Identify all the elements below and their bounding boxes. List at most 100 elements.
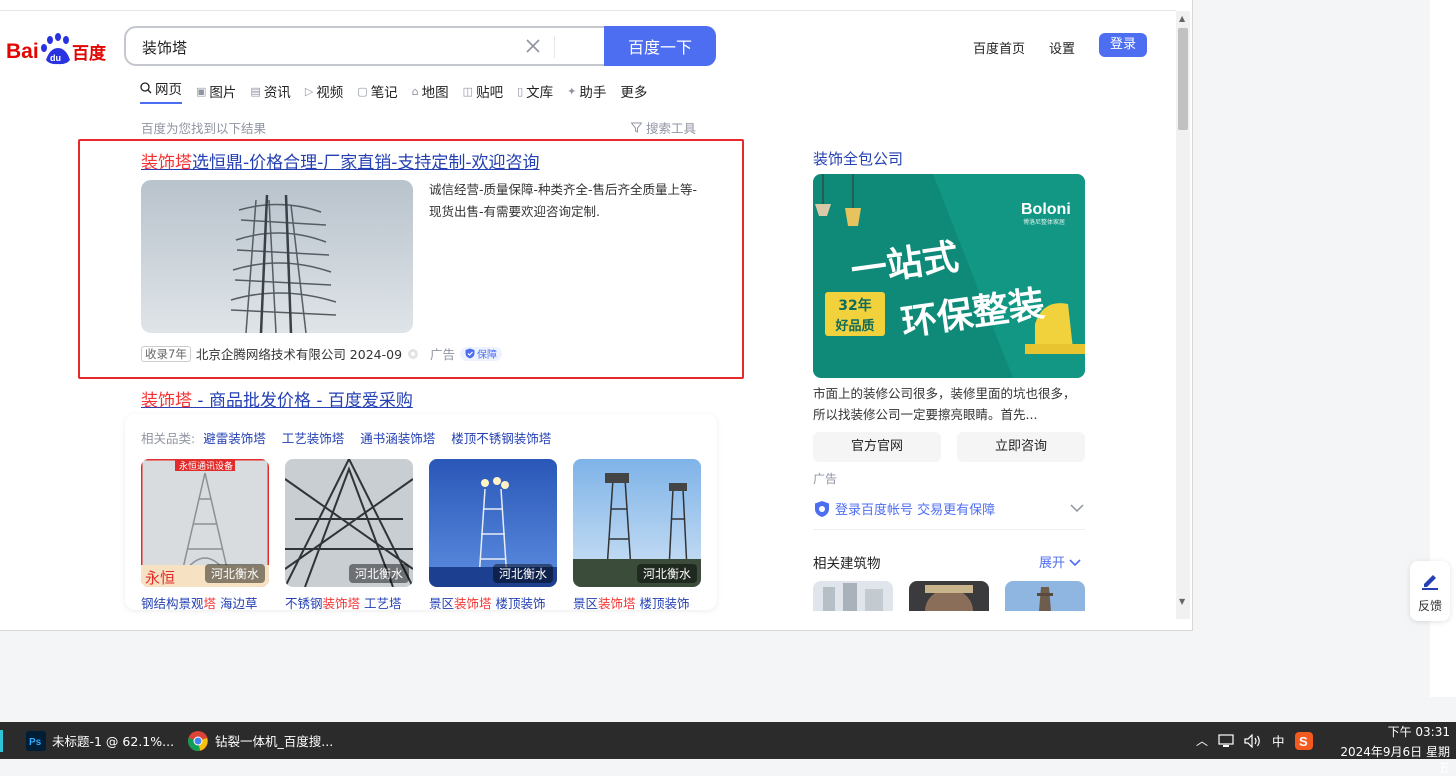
product-banner: 永恒通讯设备 [179, 462, 234, 472]
search-input[interactable] [140, 28, 524, 66]
search-button[interactable]: 百度一下 [604, 26, 716, 66]
chevron-up-icon[interactable]: ︿ [1196, 732, 1208, 749]
info-icon[interactable] [407, 348, 419, 360]
settings-link[interactable]: 设置 [1049, 38, 1075, 57]
search-box [124, 26, 604, 66]
product-item[interactable]: 永恒通讯设备 永恒 河北衡水 钢结构景观塔 海边草 [141, 459, 269, 612]
tab-map[interactable]: ⌂ 地图 [412, 78, 449, 104]
tab-video[interactable]: ▷ 视频 [305, 78, 343, 104]
scroll-down-arrow[interactable]: ▼ [1179, 597, 1185, 606]
product-location: 河北衡水 [636, 564, 697, 583]
tab-label: 图片 [209, 85, 237, 101]
clock-date: 2024年9月6日 星期五 [1340, 745, 1450, 775]
tab-label: 文库 [526, 85, 554, 101]
sogou-ime-icon[interactable]: S [1294, 731, 1313, 750]
product-item[interactable]: 河北衡水 景区装饰塔 楼顶装饰 [429, 459, 557, 612]
baidu-logo[interactable]: Bai du 百度 [6, 28, 110, 68]
consult-button[interactable]: 立即咨询 [957, 432, 1085, 462]
name-highlight: 塔 [203, 596, 217, 611]
product-item[interactable]: 河北衡水 景区装饰塔 楼顶装饰 [573, 459, 701, 612]
official-site-button[interactable]: 官方官网 [813, 432, 941, 462]
tab-label: 网页 [155, 82, 182, 98]
product-image[interactable]: 河北衡水 [429, 459, 557, 587]
login-button[interactable]: 登录 [1099, 33, 1147, 57]
ad-brand-sub: 博洛尼整体家居 [1023, 218, 1065, 226]
clock[interactable]: 下午 03:31 2024年9月6日 星期五 [1330, 724, 1450, 776]
taskbar: Ps 未标题-1 @ 62.1%... 钻裂一体机_百度搜... ︿ 中 S 下… [0, 722, 1456, 775]
tab-label: 更多 [620, 85, 648, 101]
company-name: 北京企腾网络技术有限公司 2024-09 [195, 347, 403, 362]
tab-label: 地图 [421, 85, 449, 101]
map-icon: ⌂ [411, 84, 419, 98]
taskbar-photoshop[interactable]: Ps 未标题-1 @ 62.1%... [26, 722, 174, 759]
product-image[interactable]: 河北衡水 [285, 459, 413, 587]
taskbar-edge-indicator [0, 730, 3, 752]
related-building-image[interactable] [1005, 581, 1085, 611]
name-text: 钢结构景观 [141, 596, 204, 611]
product-item[interactable]: 河北衡水 不锈钢装饰塔 工艺塔 [285, 459, 413, 612]
feedback-label: 反馈 [1417, 599, 1442, 613]
search-tools-button[interactable]: 搜索工具 [630, 118, 696, 137]
title-highlight: 装饰塔 [141, 153, 192, 173]
search-tabs: 网页 ▣ 图片 ▤ 资讯 ▷ 视频 ▢ 笔记 ⌂ 地图 ◫ 贴吧 ▯ 文库 ✦ 助手 更多 [140, 78, 661, 104]
network-icon[interactable] [1218, 733, 1234, 748]
product-location: 河北衡水 [492, 564, 553, 583]
guarantee-label: 保障 [477, 350, 498, 361]
related-building-image[interactable] [909, 581, 989, 611]
title-text: 选恒鼎-价格合理-厂家直销-支持定制-欢迎咨询 [192, 153, 540, 173]
name-highlight: 装饰塔 [598, 596, 636, 611]
scroll-up-arrow[interactable]: ▲ [1179, 14, 1185, 23]
guarantee-badge[interactable]: 保障 [460, 346, 503, 361]
chevron-down-icon[interactable] [1070, 503, 1084, 513]
svg-text:Ps: Ps [29, 737, 42, 748]
clear-icon[interactable] [524, 37, 542, 55]
expand-button[interactable]: 展开 [1039, 552, 1081, 571]
tab-wenku[interactable]: ▯ 文库 [517, 78, 553, 104]
tab-image[interactable]: ▣ 图片 [196, 78, 236, 104]
taskbar-chrome[interactable]: 钻裂一体机_百度搜... [187, 722, 333, 759]
baidu-home-link[interactable]: 百度首页 [973, 38, 1025, 57]
tieba-icon: ◫ [462, 84, 474, 98]
product-name[interactable]: 不锈钢装饰塔 工艺塔 [285, 593, 413, 612]
name-highlight: 装饰塔 [454, 596, 492, 611]
feedback-button[interactable]: 反馈 [1410, 561, 1450, 621]
name-text: 景区 [429, 596, 455, 611]
ad-result-image[interactable] [141, 180, 413, 333]
category-link[interactable]: 楼顶不锈钢装饰塔 [451, 431, 551, 446]
scrollbar-thumb[interactable] [1178, 28, 1188, 130]
result-title[interactable]: 装饰塔 - 商品批发价格 - 百度爱采购 [141, 386, 413, 411]
tab-assistant[interactable]: ✦ 助手 [567, 78, 606, 104]
tab-tieba[interactable]: ◫ 贴吧 [463, 78, 503, 104]
name-text: 景区 [573, 596, 599, 611]
ad-badge-quality: 好品质 [834, 318, 874, 334]
product-name[interactable]: 钢结构景观塔 海边草 [141, 593, 269, 612]
volume-icon[interactable] [1244, 733, 1262, 748]
tab-more[interactable]: 更多 [620, 78, 647, 104]
product-image[interactable]: 永恒通讯设备 永恒 河北衡水 [141, 459, 269, 587]
search-separator [554, 36, 555, 58]
category-link[interactable]: 工艺装饰塔 [282, 431, 345, 446]
sidebar-description: 市面上的装修公司很多，装修里面的坑也很多，所以找装修公司一定要擦亮眼睛。首先..… [813, 386, 1076, 422]
login-hint-text: 登录百度帐号 交易更有保障 [835, 503, 996, 518]
product-image[interactable]: 河北衡水 [573, 459, 701, 587]
login-hint-link[interactable]: 登录百度帐号 交易更有保障 [813, 499, 995, 518]
related-building-image[interactable] [813, 581, 893, 611]
tab-news[interactable]: ▤ 资讯 [250, 78, 290, 104]
product-name[interactable]: 景区装饰塔 楼顶装饰 [429, 593, 557, 612]
shield-icon [465, 348, 475, 359]
tab-note[interactable]: ▢ 笔记 [357, 78, 397, 104]
product-name[interactable]: 景区装饰塔 楼顶装饰 [573, 593, 701, 612]
chrome-icon [188, 730, 208, 751]
tab-web[interactable]: 网页 [140, 78, 182, 104]
search-tools-label: 搜索工具 [645, 121, 696, 136]
sidebar-title[interactable]: 装饰全包公司 [813, 148, 903, 169]
category-link[interactable]: 避雷装饰塔 [203, 431, 266, 446]
name-text: 海边草 [216, 596, 258, 611]
expand-label: 展开 [1039, 556, 1066, 571]
news-icon: ▤ [250, 84, 261, 98]
sidebar-ad-image[interactable]: 32年 好品质 一站式 环保整装 Boloni 博洛尼整体家居 [813, 174, 1085, 378]
category-link[interactable]: 通书涵装饰塔 [360, 431, 435, 446]
ad-result-title[interactable]: 装饰塔选恒鼎-价格合理-厂家直销-支持定制-欢迎咨询 [141, 148, 540, 173]
name-text: 楼顶装饰 [635, 596, 690, 611]
ime-indicator[interactable]: 中 [1272, 731, 1285, 750]
